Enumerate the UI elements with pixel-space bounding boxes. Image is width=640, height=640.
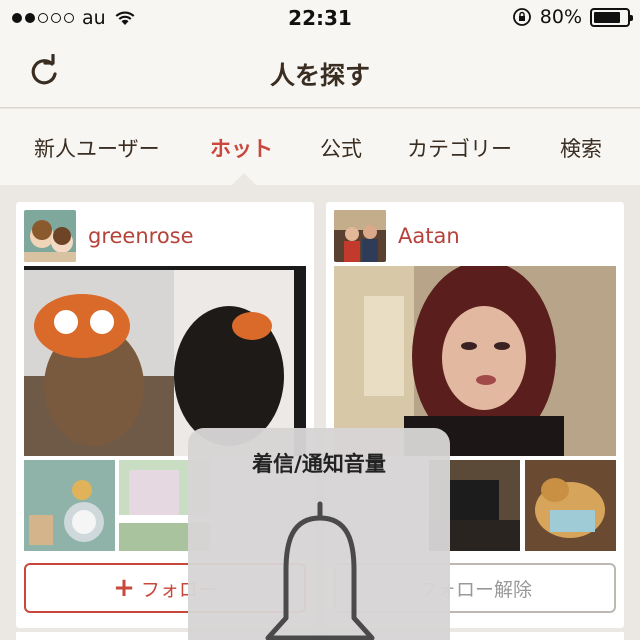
avatar[interactable] (334, 210, 386, 262)
page-title: 人を探す (269, 61, 370, 90)
tab-bar: 新人ユーザー ホット 公式 カテゴリー 検索 (0, 109, 640, 185)
tab-category[interactable]: カテゴリー (407, 133, 512, 163)
thumbnail-photo[interactable] (525, 460, 616, 551)
username[interactable]: greenrose (88, 224, 194, 248)
status-bar: au 22:31 80% (0, 0, 640, 36)
thumbnail-photo[interactable] (24, 460, 115, 551)
bell-icon (265, 501, 375, 640)
tab-search[interactable]: 検索 (560, 133, 602, 163)
tab-official[interactable]: 公式 (320, 133, 362, 163)
battery-icon (590, 7, 633, 27)
volume-hud: 着信/通知音量 (188, 428, 450, 640)
status-right: 80% (512, 6, 633, 28)
active-tab-pointer (232, 173, 256, 185)
plus-icon: + (113, 573, 135, 603)
battery-percent: 80% (539, 6, 582, 28)
username[interactable]: Aatan (398, 224, 460, 248)
avatar[interactable] (24, 210, 76, 262)
tab-new-users[interactable]: 新人ユーザー (34, 133, 160, 163)
nav-bar: 人を探す (0, 36, 640, 108)
orientation-lock-icon (512, 8, 531, 26)
tab-hot[interactable]: ホット (210, 133, 273, 163)
volume-hud-title: 着信/通知音量 (252, 452, 386, 476)
